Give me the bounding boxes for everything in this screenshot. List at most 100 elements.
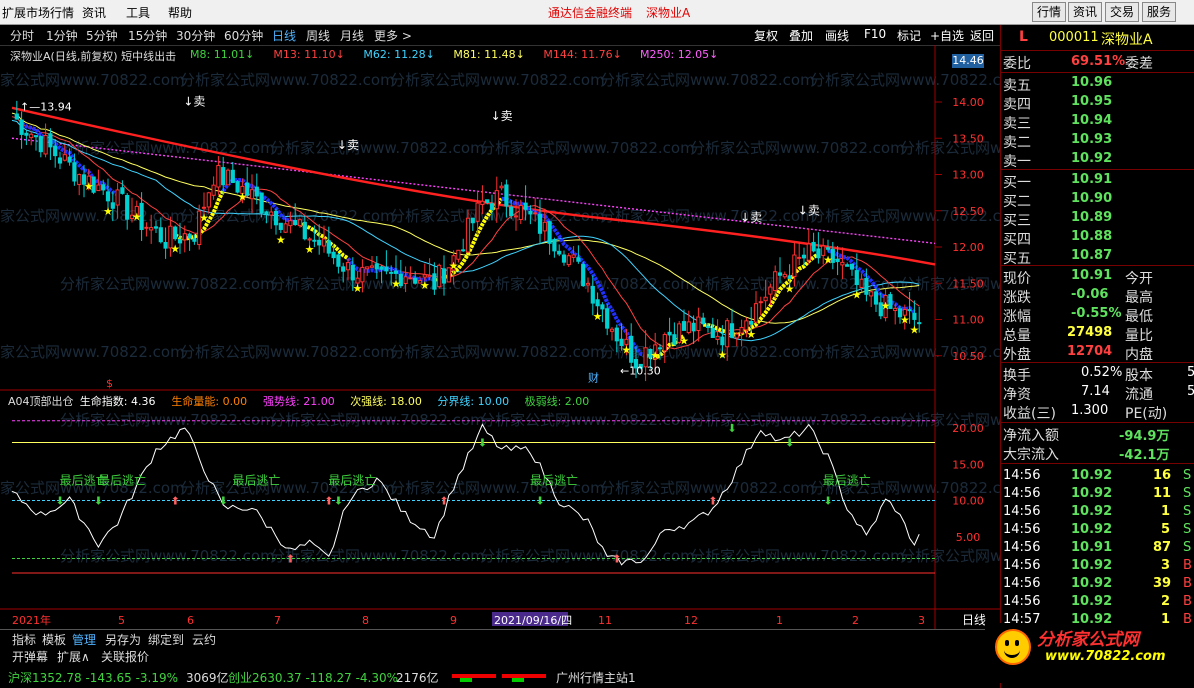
price-tick-label: 14.00	[952, 96, 984, 109]
candle-body	[369, 265, 375, 268]
period-tab-monthly[interactable]: 月线	[340, 27, 364, 44]
period-tab-weekly[interactable]: 周线	[306, 27, 330, 44]
candle-body	[681, 321, 687, 331]
candle-body	[518, 204, 523, 221]
price-axis: 14.00 13.50 13.00 12.50 12.00 11.50 11.00 10.50	[935, 96, 984, 363]
buy-star-icon: ★	[679, 334, 689, 347]
date-tick-label: 1	[776, 614, 783, 627]
indicator-label: 生命指数: 4.36	[79, 395, 156, 408]
indicator-label: 极弱线: 2.00	[524, 395, 590, 408]
tab-cloud[interactable]: 云约	[192, 631, 216, 648]
trade-button[interactable]: 交易	[1105, 2, 1140, 22]
expand-toggle[interactable]: 扩展∧	[57, 648, 90, 665]
candle-body	[763, 296, 768, 302]
candle-body	[201, 206, 207, 209]
tick-time: 14:56	[1003, 486, 1041, 501]
news-button[interactable]: 资讯	[1068, 2, 1103, 22]
watermark-text: 分析家公式网www.70822.com	[900, 275, 1000, 293]
candle-body	[710, 328, 715, 338]
period-tab-1min[interactable]: 1分钟	[46, 27, 78, 44]
sell-signal-label: ↓卖	[337, 138, 359, 152]
tab-bind-to[interactable]: 绑定到	[148, 631, 184, 648]
watermark-text: 分析家公式网www.70822.com	[60, 411, 275, 429]
danmaku-toggle[interactable]: 开弹幕	[12, 648, 48, 665]
back-button[interactable]: 返回	[970, 27, 994, 44]
candle-body	[528, 210, 533, 215]
quote-panel: L 000011 深物业A 委比 69.51% 委差 卖五 10.96 卖四 10.9…	[985, 25, 1194, 688]
candle-body	[341, 266, 346, 272]
trend-segment	[702, 252, 820, 338]
period-tab-daily[interactable]: 日线	[272, 27, 296, 44]
candle-body	[859, 278, 864, 288]
menubar: 扩展市场行情 资讯 工具 帮助 通达信金融终端 深物业A 行情 资讯 交易 服务	[0, 0, 1194, 25]
period-tab-30min[interactable]: 30分钟	[176, 27, 215, 44]
price-tick-label: 13.00	[952, 169, 984, 182]
candle-body	[782, 273, 787, 278]
date-tick-label: 5	[118, 614, 125, 627]
mark-button[interactable]: 标记	[897, 27, 921, 44]
period-tab-15min[interactable]: 15分钟	[128, 27, 167, 44]
bid-label: 买一	[1003, 175, 1031, 191]
buy-star-icon: ★	[170, 243, 180, 256]
period-tab-60min[interactable]: 60分钟	[224, 27, 263, 44]
up-arrow-icon: ⬆	[324, 495, 333, 508]
menu-extended-market[interactable]: 扩展市场行情	[2, 4, 74, 21]
stat-value: -0.55%	[1071, 306, 1122, 321]
add-watchlist-button[interactable]: +自选	[930, 27, 964, 44]
tick-price: 10.92	[1071, 558, 1113, 573]
stat-label-2: 内盘	[1125, 347, 1153, 363]
period-tab-5min[interactable]: 5分钟	[86, 27, 118, 44]
bid-price: 10.91	[1071, 172, 1113, 187]
menu-news[interactable]: 资讯	[82, 4, 106, 21]
candle-body	[576, 257, 581, 262]
period-tab-timeshare[interactable]: 分时	[10, 27, 34, 44]
watermark-text: 分析家公式网www.70822.com	[180, 71, 395, 89]
tick-flag: B	[1183, 594, 1192, 609]
flow-label: 大宗流入	[1003, 447, 1059, 463]
candle-body	[825, 247, 831, 250]
date-tick-label: 2021年	[12, 613, 51, 627]
kline-chart[interactable]: 分析家公式网www.70822.com 分析家公式网www.70822.com 分析…	[0, 45, 1000, 629]
date-tick-label: 9	[450, 614, 457, 627]
bid-price: 10.88	[1071, 229, 1113, 244]
stat-label: 总量	[1003, 328, 1031, 344]
tab-template[interactable]: 模板	[42, 631, 66, 648]
service-button[interactable]: 服务	[1142, 2, 1177, 22]
stat-value: 12704	[1067, 344, 1113, 359]
watermarks: 分析家公式网www.70822.com 分析家公式网www.70822.com 分析…	[0, 71, 1000, 565]
bid-price: 10.89	[1071, 210, 1113, 225]
tab-indicator[interactable]: 指标	[12, 631, 36, 648]
buy-star-icon: ★	[449, 260, 459, 273]
candle-body	[297, 219, 303, 227]
ask-label: 卖四	[1003, 97, 1031, 113]
draw-line-button[interactable]: 画线	[825, 27, 849, 44]
tab-save-as[interactable]: 另存为	[105, 631, 141, 648]
tick-price: 10.92	[1071, 594, 1113, 609]
candle-body	[350, 264, 355, 281]
quote-button[interactable]: 行情	[1032, 2, 1067, 22]
menu-tools[interactable]: 工具	[126, 4, 150, 21]
buy-star-icon: ★	[785, 282, 795, 295]
buy-star-icon: ★	[852, 289, 862, 302]
f10-button[interactable]: F10	[864, 27, 886, 41]
overlay-button[interactable]: 叠加	[789, 27, 813, 44]
candle-body	[806, 243, 811, 261]
candle-body	[43, 134, 48, 155]
candle-body	[53, 145, 58, 157]
candle-body	[537, 213, 543, 234]
stock-name: 深物业A	[1101, 32, 1153, 48]
related-quote[interactable]: 关联报价	[101, 648, 149, 665]
candle-body	[561, 254, 567, 263]
stat2-value: 0.52%	[1081, 365, 1123, 380]
up-arrow-icon: ⬆	[439, 495, 448, 508]
indicator-tick-label: 10.00	[952, 495, 984, 508]
fuquan-button[interactable]: 复权	[754, 27, 778, 44]
candle-body	[672, 334, 677, 345]
tab-manage[interactable]: 管理	[72, 631, 96, 648]
stat2-label-2: 流通	[1125, 387, 1153, 403]
candle-body	[552, 239, 557, 252]
menu-help[interactable]: 帮助	[168, 4, 192, 21]
index-chuangye: 创业2630.37 -118.27 -4.30%	[228, 671, 399, 685]
candle-body	[547, 221, 552, 244]
period-tab-more[interactable]: 更多 >	[374, 27, 412, 44]
